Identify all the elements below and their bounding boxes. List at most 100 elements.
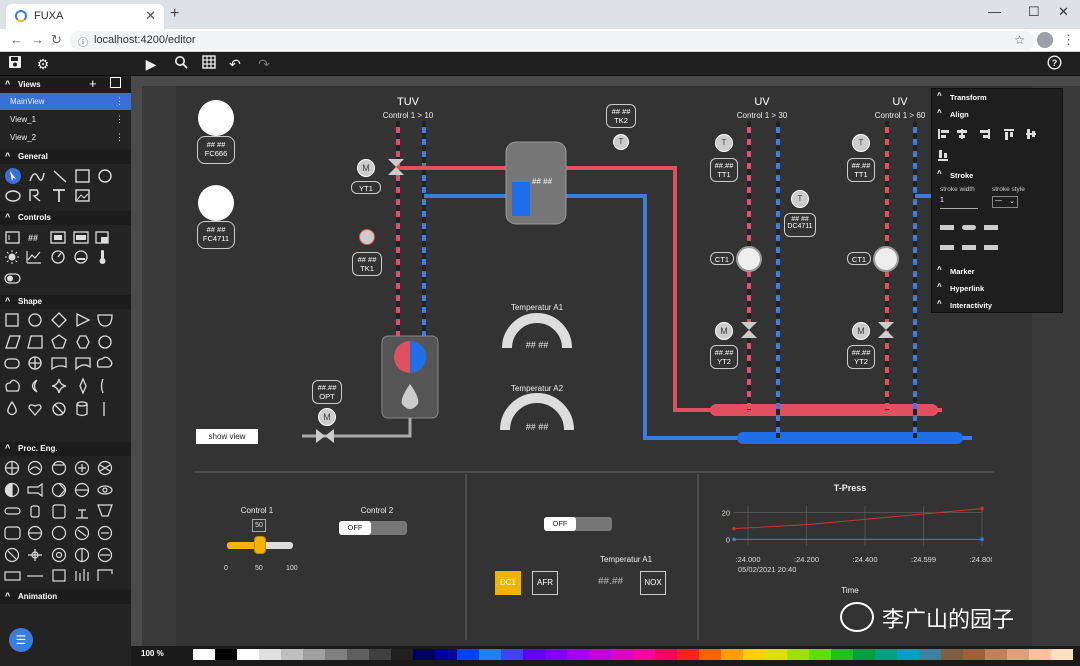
palette-swatch[interactable] bbox=[787, 649, 809, 660]
halfpump-icon[interactable] bbox=[4, 482, 20, 498]
save-icon[interactable] bbox=[6, 55, 24, 73]
tk1-display[interactable]: ## ## TK1 bbox=[352, 252, 382, 276]
triangle-shape-icon[interactable] bbox=[76, 312, 91, 328]
add-view-icon[interactable]: + bbox=[89, 76, 97, 91]
fc4711-display[interactable]: ## ## FC4711 bbox=[197, 221, 235, 249]
switch-control-icon[interactable] bbox=[4, 273, 21, 284]
view-menu-icon[interactable]: ⋮ bbox=[115, 114, 124, 125]
tk2-display[interactable]: ## ## TK2 bbox=[606, 104, 636, 128]
fc666-display[interactable]: ## ## FC666 bbox=[197, 136, 235, 164]
boiler-graphic[interactable] bbox=[381, 335, 439, 419]
control1-slider-thumb[interactable] bbox=[254, 536, 266, 554]
hopper-icon[interactable] bbox=[97, 504, 113, 517]
motor-m-opt[interactable]: M bbox=[318, 408, 336, 426]
nozzle-icon[interactable] bbox=[27, 482, 43, 498]
dc1-button[interactable]: DC1 bbox=[495, 571, 521, 595]
select-control-icon[interactable] bbox=[95, 231, 109, 244]
palette-swatch[interactable] bbox=[545, 649, 567, 660]
cylinder-h-shape-icon[interactable] bbox=[4, 358, 20, 369]
cloud-shape-icon[interactable] bbox=[5, 379, 20, 392]
center-switch[interactable]: OFF bbox=[544, 517, 612, 531]
button-control-icon[interactable] bbox=[73, 231, 89, 244]
tt1-display[interactable]: ##.## TT1 bbox=[710, 158, 738, 182]
palette-swatch[interactable] bbox=[303, 649, 325, 660]
palette-swatch[interactable] bbox=[325, 649, 347, 660]
palette-swatch[interactable] bbox=[897, 649, 919, 660]
palette-swatch[interactable] bbox=[919, 649, 941, 660]
tank-icon[interactable] bbox=[52, 504, 66, 519]
stroke-style-select[interactable]: — ⌄ bbox=[992, 196, 1018, 208]
view-item-view2[interactable]: View_2 ⋮ bbox=[0, 129, 131, 146]
wave-shape-icon[interactable] bbox=[75, 357, 91, 371]
yt2-display[interactable]: ##.## YT2 bbox=[710, 345, 738, 369]
animation-section-header[interactable]: Animation bbox=[0, 590, 131, 604]
view-item-view1[interactable]: View_1 ⋮ bbox=[0, 111, 131, 128]
motor-icon[interactable] bbox=[51, 460, 67, 476]
browser-tab[interactable]: FUXA ✕ bbox=[6, 4, 164, 29]
drop-shape-icon[interactable] bbox=[7, 400, 17, 416]
stand-icon[interactable] bbox=[76, 509, 88, 519]
profile-avatar[interactable] bbox=[1037, 32, 1053, 48]
dc4711-display[interactable]: ## ## DC4711 bbox=[784, 213, 816, 237]
proc-section-header[interactable]: Proc. Eng. bbox=[0, 442, 131, 456]
palette-swatch[interactable] bbox=[611, 649, 633, 660]
valve2-icon[interactable] bbox=[51, 525, 67, 541]
tanks-icon[interactable] bbox=[75, 569, 89, 581]
minimize-button[interactable]: — bbox=[988, 4, 1001, 19]
dryer-icon[interactable] bbox=[28, 549, 42, 561]
linejoin-bevel-icon[interactable] bbox=[984, 245, 998, 250]
hexagon-shape-icon[interactable] bbox=[76, 335, 90, 349]
align-middle-icon[interactable] bbox=[1026, 129, 1036, 139]
fan-ct1-icon[interactable] bbox=[736, 246, 762, 272]
noentry-shape-icon[interactable] bbox=[52, 402, 66, 416]
blower-icon[interactable] bbox=[97, 460, 113, 476]
palette-swatch[interactable] bbox=[1029, 649, 1051, 660]
doc-shape-icon[interactable] bbox=[51, 357, 67, 371]
palette-swatch[interactable] bbox=[435, 649, 457, 660]
tt1-b-display[interactable]: ##.## TT1 bbox=[847, 158, 875, 182]
turbine-icon[interactable] bbox=[74, 482, 90, 498]
circle-shape-icon[interactable] bbox=[28, 313, 42, 327]
text-tool-icon[interactable] bbox=[53, 189, 65, 202]
close-window-button[interactable]: ✕ bbox=[1058, 4, 1069, 20]
filter-icon[interactable] bbox=[4, 547, 20, 563]
square-shape-icon[interactable] bbox=[5, 313, 19, 327]
palette-swatch[interactable] bbox=[941, 649, 963, 660]
palette-swatch[interactable] bbox=[985, 649, 1007, 660]
bookmark-star-icon[interactable]: ☆ bbox=[1014, 33, 1025, 47]
circle-tool-icon[interactable] bbox=[98, 169, 112, 183]
palette-swatch[interactable] bbox=[699, 649, 721, 660]
eye-icon[interactable] bbox=[97, 485, 113, 495]
bar-gauge-icon[interactable] bbox=[74, 250, 88, 264]
rect-tool-icon[interactable] bbox=[75, 169, 90, 183]
align-right-icon[interactable] bbox=[980, 129, 990, 139]
forward-icon[interactable]: → bbox=[31, 32, 44, 47]
show-view-button[interactable]: show view bbox=[196, 429, 258, 444]
palette-swatch[interactable] bbox=[853, 649, 875, 660]
align-header[interactable]: Align bbox=[932, 108, 1064, 121]
interactivity-header[interactable]: Interactivity bbox=[932, 299, 1064, 312]
palette-swatch[interactable] bbox=[215, 649, 237, 660]
freehand-tool-icon[interactable] bbox=[29, 189, 41, 202]
palette-swatch[interactable] bbox=[765, 649, 787, 660]
stroke-header[interactable]: Stroke bbox=[932, 169, 1064, 182]
control2-switch[interactable]: OFF bbox=[339, 521, 407, 535]
yt2-b-display[interactable]: ##.## YT2 bbox=[847, 345, 875, 369]
path-tool-icon[interactable] bbox=[29, 172, 45, 182]
palette-swatch[interactable] bbox=[281, 649, 303, 660]
silo-icon[interactable] bbox=[52, 569, 66, 582]
centrifuge-icon[interactable] bbox=[74, 547, 90, 563]
can-shape-icon[interactable] bbox=[76, 401, 88, 417]
palette-swatch[interactable] bbox=[677, 649, 699, 660]
bottle-icon[interactable] bbox=[30, 505, 40, 518]
back-icon[interactable]: ← bbox=[10, 32, 23, 47]
palette-swatch[interactable] bbox=[413, 649, 435, 660]
crane-icon[interactable] bbox=[97, 569, 113, 581]
palette-swatch[interactable] bbox=[259, 649, 281, 660]
palette-swatch[interactable] bbox=[1051, 649, 1073, 660]
motor-m-yt2[interactable]: M bbox=[715, 322, 733, 340]
crosscircle-shape-icon[interactable] bbox=[28, 356, 42, 370]
align-bottom-icon[interactable] bbox=[938, 150, 948, 161]
trapezoid-shape-icon[interactable] bbox=[27, 335, 43, 349]
mixer-icon[interactable] bbox=[74, 460, 90, 476]
